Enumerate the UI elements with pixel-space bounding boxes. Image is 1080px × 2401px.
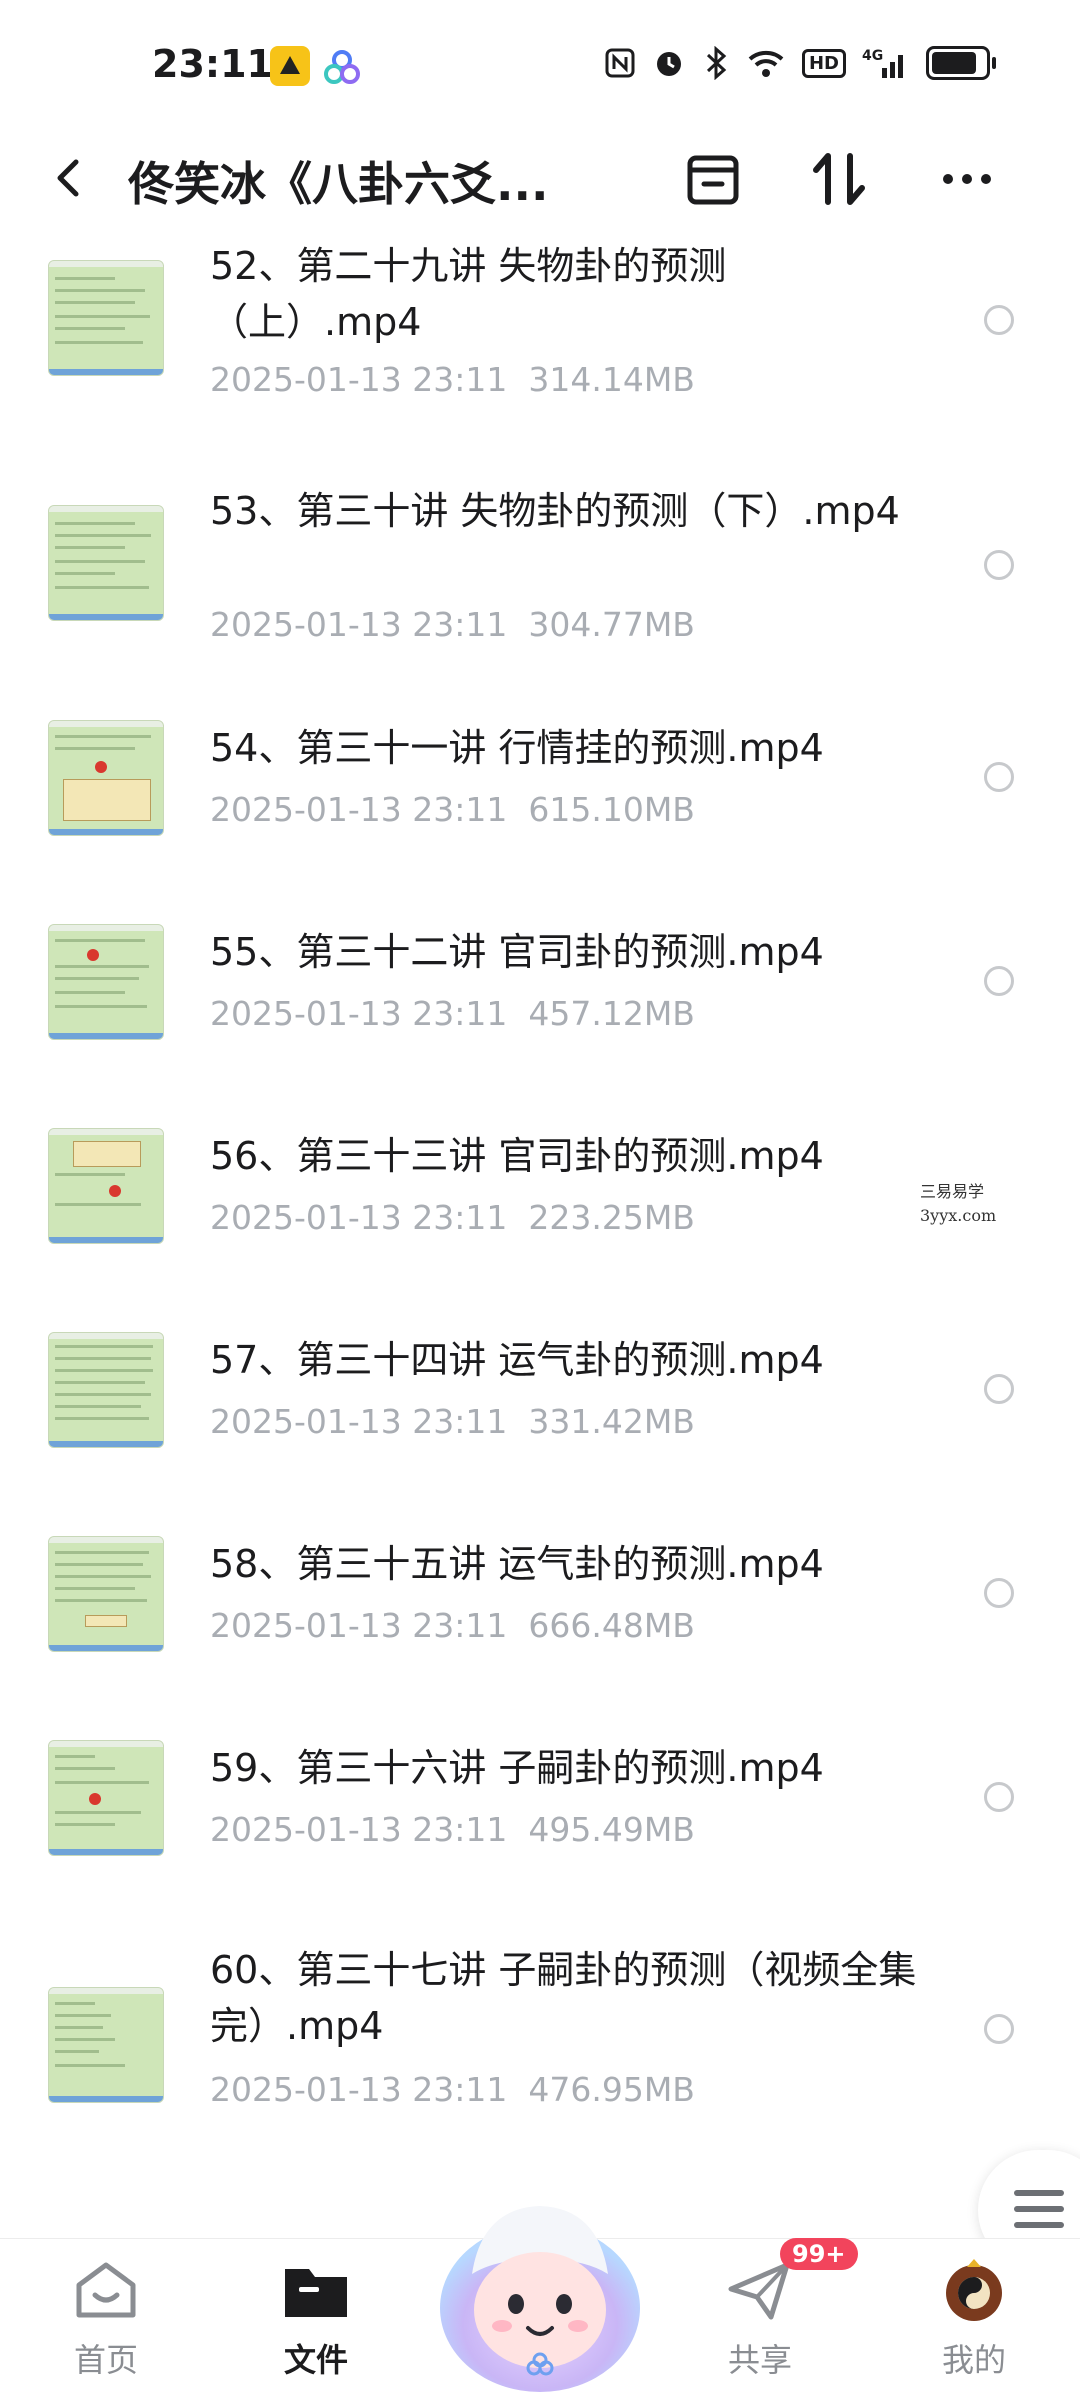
file-meta: 2025-01-13 23:11 495.49MB xyxy=(210,1810,695,1849)
file-size: 666.48MB xyxy=(528,1606,695,1645)
nav-home[interactable]: 首页 xyxy=(36,2259,176,2381)
file-meta: 2025-01-13 23:11 331.42MB xyxy=(210,1402,695,1441)
video-thumbnail xyxy=(48,1987,164,2103)
file-date: 2025-01-13 23:11 xyxy=(210,1402,508,1441)
video-thumbnail xyxy=(48,1740,164,1856)
video-thumbnail xyxy=(48,1128,164,1244)
file-date: 2025-01-13 23:11 xyxy=(210,1606,508,1645)
back-button[interactable] xyxy=(40,148,100,208)
share-badge: 99+ xyxy=(780,2238,858,2270)
file-size: 223.25MB xyxy=(528,1198,695,1237)
file-name: 58、第三十五讲 运气卦的预测.mp4 xyxy=(210,1542,824,1586)
file-meta: 2025-01-13 23:11 666.48MB xyxy=(210,1606,695,1645)
file-meta: 2025-01-13 23:11 615.10MB xyxy=(210,790,695,829)
video-thumbnail xyxy=(48,1536,164,1652)
file-meta: 2025-01-13 23:11 223.25MB xyxy=(210,1198,695,1237)
top-app-bar: 佟笑冰《八卦六爻... xyxy=(0,130,1080,230)
file-meta: 2025-01-13 23:11 476.95MB xyxy=(210,2070,695,2109)
file-name: 59、第三十六讲 子嗣卦的预测.mp4 xyxy=(210,1746,824,1790)
select-checkbox[interactable] xyxy=(984,966,1014,996)
watermark: 三易易学 3yyx.com xyxy=(920,1180,996,1228)
sort-icon xyxy=(813,153,865,205)
nav-mine-label: 我的 xyxy=(941,2341,1006,2379)
file-size: 495.49MB xyxy=(528,1810,695,1849)
file-date: 2025-01-13 23:11 xyxy=(210,605,508,644)
status-bar: 23:11 HD 4G xyxy=(0,0,1080,130)
archive-icon xyxy=(687,155,739,205)
select-checkbox[interactable] xyxy=(984,305,1014,335)
file-name: 52、第二十九讲 失物卦的预测（上）.mp4 xyxy=(210,244,727,344)
file-size: 615.10MB xyxy=(528,790,695,829)
select-checkbox[interactable] xyxy=(984,1374,1014,1404)
signal-4g-icon: 4G xyxy=(862,46,910,80)
file-date: 2025-01-13 23:11 xyxy=(210,790,508,829)
nav-mine[interactable]: 我的 xyxy=(904,2259,1044,2381)
nav-home-label: 首页 xyxy=(73,2341,138,2379)
file-name: 57、第三十四讲 运气卦的预测.mp4 xyxy=(210,1338,824,1382)
wifi-icon xyxy=(746,47,786,79)
hd-icon: HD xyxy=(801,48,846,78)
more-icon xyxy=(943,174,991,184)
alarm-icon xyxy=(652,46,686,80)
file-meta: 2025-01-13 23:11 314.14MB xyxy=(210,360,695,399)
app-notification-icon xyxy=(270,46,310,86)
nfc-icon xyxy=(604,47,636,79)
cloud-app-icon xyxy=(322,48,362,88)
page-title: 佟笑冰《八卦六爻... xyxy=(128,157,549,211)
watermark-line2: 3yyx.com xyxy=(920,1206,997,1225)
video-thumbnail xyxy=(48,720,164,836)
video-thumbnail xyxy=(48,1332,164,1448)
video-thumbnail xyxy=(48,924,164,1040)
nav-files[interactable]: 文件 xyxy=(246,2259,386,2381)
file-date: 2025-01-13 23:11 xyxy=(210,994,508,1033)
nav-share[interactable]: 共享 xyxy=(690,2259,830,2381)
video-thumbnail xyxy=(48,505,164,621)
assistant-mascot-button[interactable] xyxy=(432,2178,648,2394)
nav-share-label: 共享 xyxy=(727,2341,792,2379)
avatar xyxy=(939,2259,1009,2323)
select-checkbox[interactable] xyxy=(984,1578,1014,1608)
status-time: 23:11 xyxy=(152,42,273,86)
select-checkbox[interactable] xyxy=(984,1782,1014,1812)
home-icon xyxy=(71,2259,141,2323)
file-size: 457.12MB xyxy=(528,994,695,1033)
battery-level xyxy=(932,52,976,74)
archive-button[interactable] xyxy=(678,144,748,214)
send-icon xyxy=(725,2259,795,2323)
file-name: 56、第三十三讲 官司卦的预测.mp4 xyxy=(210,1134,824,1178)
select-checkbox[interactable] xyxy=(984,2014,1014,2044)
video-thumbnail xyxy=(48,260,164,376)
file-meta: 2025-01-13 23:11 304.77MB xyxy=(210,605,695,644)
bluetooth-icon xyxy=(702,46,730,80)
file-meta: 2025-01-13 23:11 457.12MB xyxy=(210,994,695,1033)
back-arrow-icon xyxy=(57,159,79,197)
file-date: 2025-01-13 23:11 xyxy=(210,2070,508,2109)
select-checkbox[interactable] xyxy=(984,550,1014,580)
file-date: 2025-01-13 23:11 xyxy=(210,1810,508,1849)
battery-icon xyxy=(926,46,996,80)
more-button[interactable] xyxy=(932,144,1002,214)
nav-files-label: 文件 xyxy=(283,2341,348,2379)
file-size: 476.95MB xyxy=(528,2070,695,2109)
file-name: 60、第三十七讲 子嗣卦的预测（视频全集完）.mp4 xyxy=(210,1948,917,2048)
file-name: 53、第三十讲 失物卦的预测（下）.mp4 xyxy=(210,489,900,533)
file-size: 304.77MB xyxy=(528,605,695,644)
svg-text:4G: 4G xyxy=(862,48,883,64)
sort-button[interactable] xyxy=(804,144,874,214)
file-name: 54、第三十一讲 行情挂的预测.mp4 xyxy=(210,726,824,770)
file-size: 314.14MB xyxy=(528,360,695,399)
file-size: 331.42MB xyxy=(528,1402,695,1441)
select-checkbox[interactable] xyxy=(984,762,1014,792)
watermark-line1: 三易易学 xyxy=(920,1182,985,1201)
folder-icon xyxy=(281,2259,351,2323)
file-name: 55、第三十二讲 官司卦的预测.mp4 xyxy=(210,930,824,974)
file-date: 2025-01-13 23:11 xyxy=(210,1198,508,1237)
status-icons: HD 4G xyxy=(604,46,996,80)
file-date: 2025-01-13 23:11 xyxy=(210,360,508,399)
